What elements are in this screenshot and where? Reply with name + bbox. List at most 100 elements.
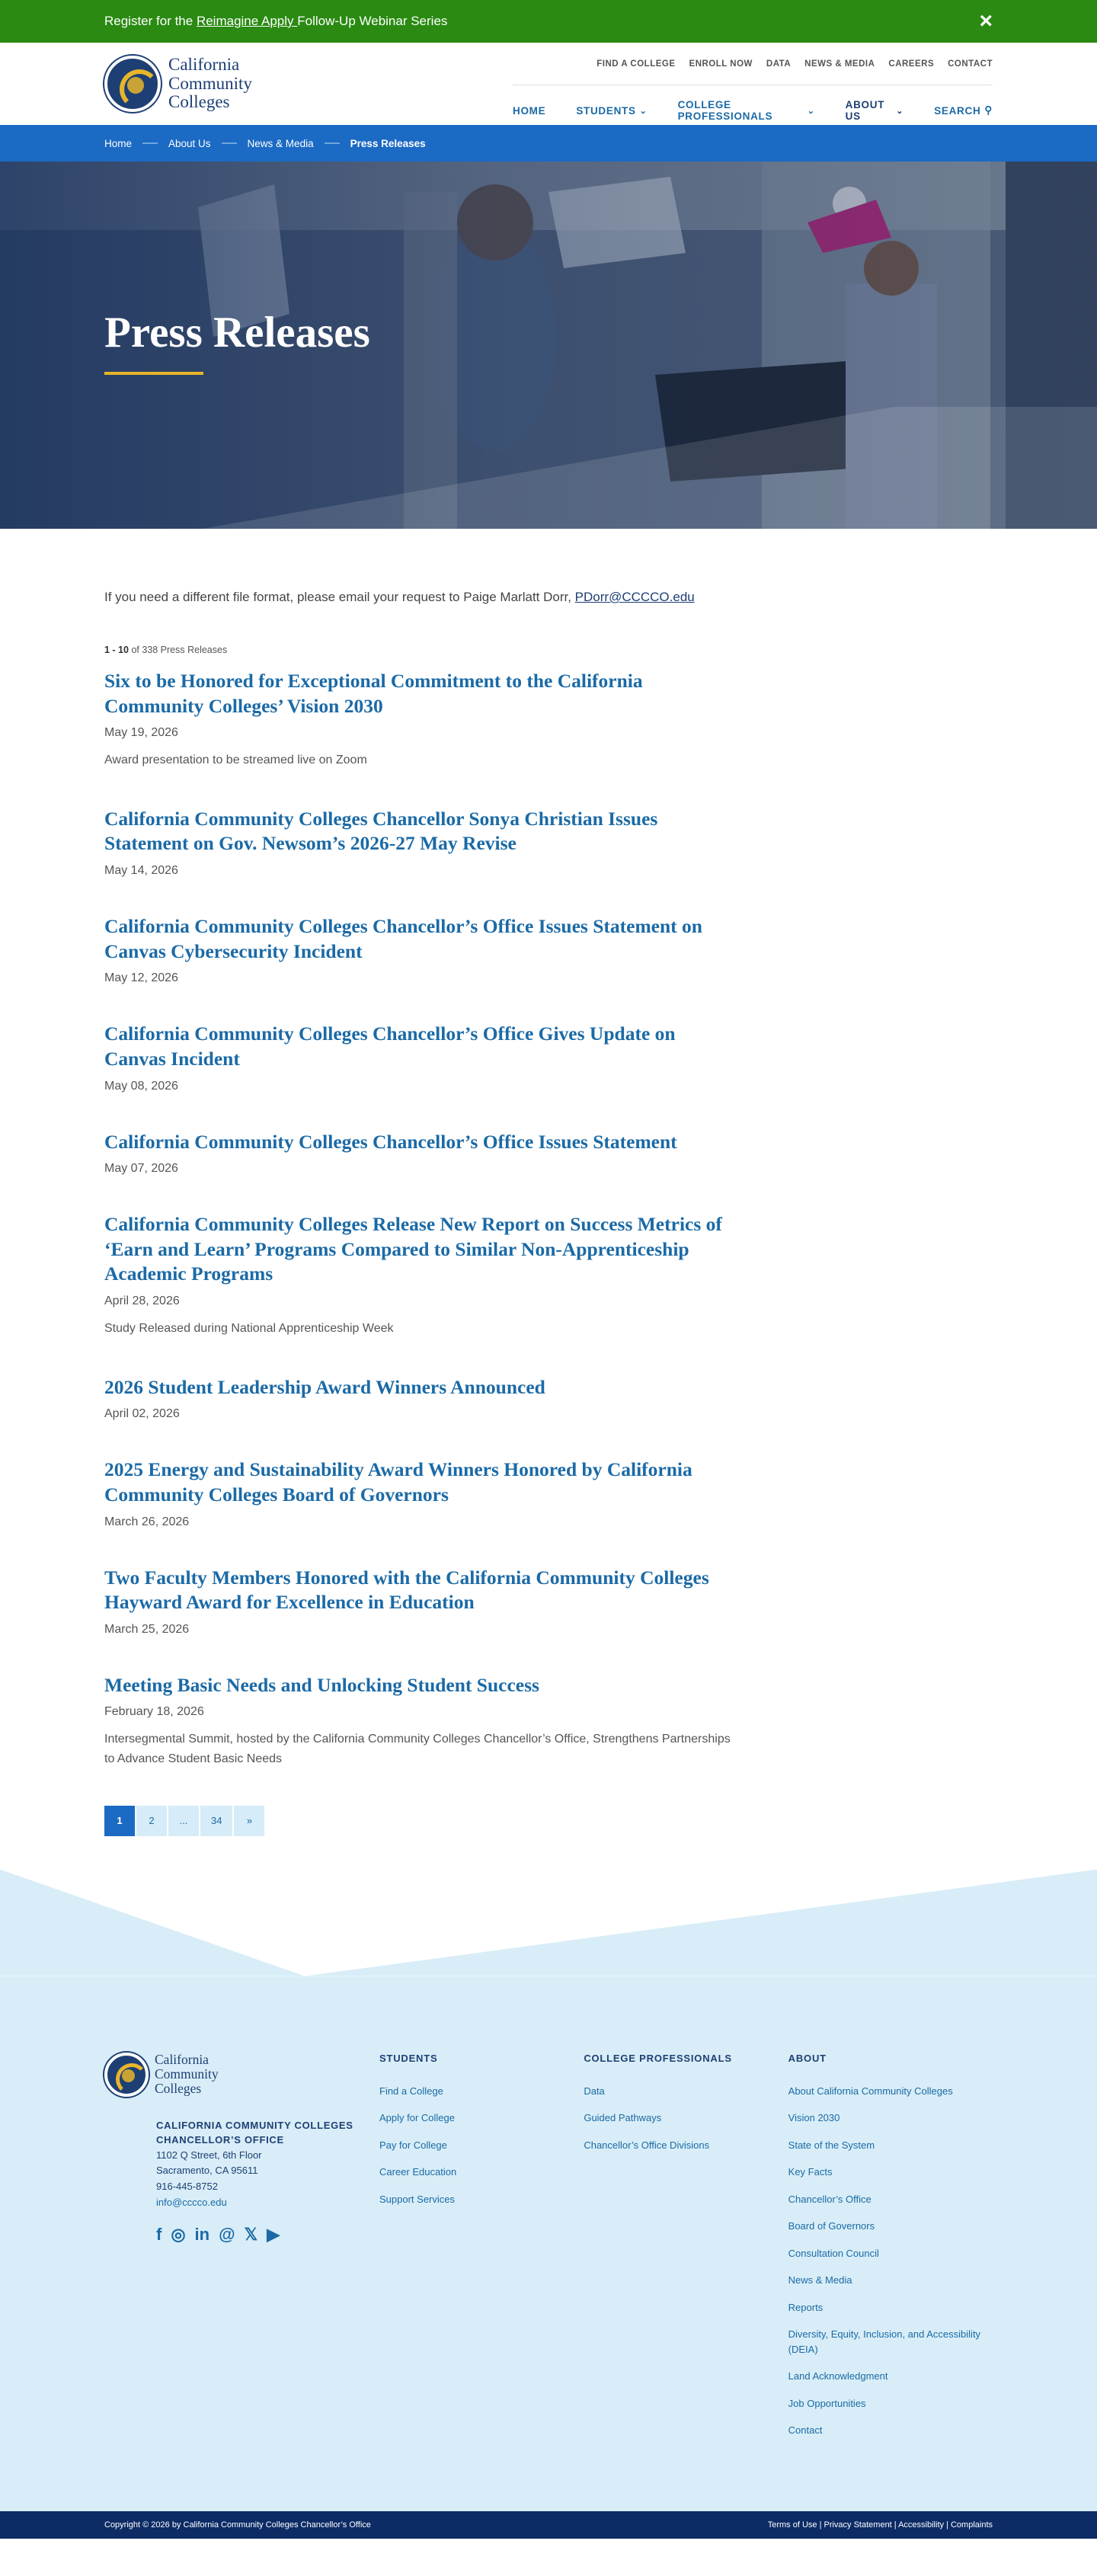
press-release-date: April 28, 2026 [104,1294,180,1308]
page-title: Press Releases [104,309,370,357]
header-nav-area: FIND A COLLEGE ENROLL NOW DATA NEWS & ME… [513,43,993,125]
press-release-title-link[interactable]: California Community Colleges Chancellor… [104,808,657,855]
footer-link[interactable]: Vision 2030 [788,2110,993,2126]
footer-email-link[interactable]: info@cccco.edu [156,2197,227,2208]
youtube-icon[interactable]: ▶ [267,2225,280,2245]
chevron-down-icon: ⌄ [807,106,815,116]
press-release-date: May 08, 2026 [104,1079,178,1093]
nav-students[interactable]: STUDENTS ⌄ [576,99,647,122]
footer-phone: 916-445-8752 [156,2181,218,2193]
page-1-button[interactable]: 1 [104,1805,135,1836]
footer-link[interactable]: Consultation Council [788,2246,993,2261]
footer-wave-shape [0,1869,1097,1976]
nav-professionals-label: COLLEGE PROFESSIONALS [677,99,773,122]
search-icon: ⚲ [984,104,993,116]
nav-about-us[interactable]: ABOUT US ⌄ [846,99,904,122]
footer-link[interactable]: Land Acknowledgment [788,2369,993,2384]
press-release-item: California Community Colleges Chancellor… [104,1022,737,1093]
title-underline [104,372,203,375]
utility-nav: FIND A COLLEGE ENROLL NOW DATA NEWS & ME… [513,43,993,85]
press-release-title-link[interactable]: Two Faculty Members Honored with the Cal… [104,1566,709,1614]
banner-link[interactable]: Reimagine Apply [197,14,297,28]
util-contact[interactable]: CONTACT [948,59,993,85]
footer-link[interactable]: Diversity, Equity, Inclusion, and Access… [788,2327,993,2357]
press-release-subtitle: Intersegmental Summit, hosted by the Cal… [104,1733,731,1766]
press-release-title-link[interactable]: Six to be Honored for Exceptional Commit… [104,670,643,717]
instagram-icon[interactable]: ◎ [171,2225,185,2245]
legal-links[interactable]: Terms of Use | Privacy Statement | Acces… [768,2520,993,2530]
page-2-button[interactable]: 2 [136,1805,167,1836]
breadcrumb-separator [142,142,158,144]
press-release-title-link[interactable]: California Community Colleges Release Ne… [104,1213,722,1285]
nav-search[interactable]: SEARCH ⚲ [934,99,993,122]
footer-link[interactable]: Support Services [379,2192,584,2207]
footer-logo[interactable]: California Community Colleges [104,2052,379,2097]
close-icon[interactable]: × [979,10,993,33]
footer-link[interactable]: Pay for College [379,2138,584,2153]
press-release-title-link[interactable]: California Community Colleges Chancellor… [104,915,702,962]
breadcrumb-news-media[interactable]: News & Media [248,138,314,149]
footer-city: Sacramento, CA 95611 [156,2165,258,2177]
nav-home-label: HOME [513,104,546,117]
results-range: 1 - 10 [104,645,129,655]
footer-link[interactable]: Chancellor’s Office [788,2192,993,2207]
contact-email-link[interactable]: PDorr@CCCCO.edu [575,590,695,604]
press-release-title-link[interactable]: California Community Colleges Chancellor… [104,1131,677,1153]
file-format-note: If you need a different file format, ple… [104,590,993,605]
util-careers[interactable]: CAREERS [888,59,934,85]
breadcrumb-home[interactable]: Home [104,138,132,149]
logo-line: Community [168,73,252,93]
social-links: f ◎ in @ 𝕏 ▶ [156,2225,379,2245]
breadcrumb-separator [324,142,340,144]
nav-students-label: STUDENTS [576,104,636,117]
util-news-media[interactable]: NEWS & MEDIA [804,59,875,85]
nav-home[interactable]: HOME [513,99,545,122]
breadcrumb-current: Press Releases [350,137,426,149]
chevron-down-icon: ⌄ [896,106,904,116]
threads-icon[interactable]: @ [219,2225,235,2245]
next-page-icon[interactable]: » [234,1805,265,1836]
breadcrumb-about-us[interactable]: About Us [168,138,211,149]
footer-link[interactable]: Key Facts [788,2165,993,2180]
footer-professionals-heading: COLLEGE PROFESSIONALS [584,2052,732,2064]
footer-link[interactable]: Find a College [379,2084,584,2099]
footer-link[interactable]: State of the System [788,2138,993,2153]
footer-logo-text: California Community Colleges [155,2053,219,2096]
footer-link[interactable]: News & Media [788,2273,993,2288]
footer-students-heading: STUDENTS [379,2052,438,2064]
x-icon[interactable]: 𝕏 [245,2225,258,2245]
press-release-item: Two Faculty Members Honored with the Cal… [104,1566,737,1637]
banner-text: Register for the [104,14,197,28]
footer-link[interactable]: Apply for College [379,2110,584,2126]
nav-college-professionals[interactable]: COLLEGE PROFESSIONALS ⌄ [678,99,815,122]
footer-link[interactable]: Board of Governors [788,2219,993,2234]
facebook-icon[interactable]: f [156,2225,162,2245]
press-release-date: May 07, 2026 [104,1162,178,1176]
linkedin-icon[interactable]: in [195,2225,210,2245]
press-release-title-link[interactable]: California Community Colleges Chancellor… [104,1022,676,1070]
press-release-item: Six to be Honored for Exceptional Commit… [104,669,737,770]
util-data[interactable]: DATA [766,59,791,85]
footer-bottom-bar: Copyright © 2026 by California Community… [0,2510,1097,2539]
util-enroll-now[interactable]: ENROLL NOW [689,59,753,85]
footer-link[interactable]: Contact [788,2423,993,2438]
breadcrumb: Home About Us News & Media Press Release… [0,125,1097,162]
site-logo[interactable]: California Community Colleges [104,43,252,125]
college-seal-icon [104,56,161,112]
press-release-title-link[interactable]: 2026 Student Leadership Award Winners An… [104,1376,545,1398]
footer-link[interactable]: Career Education [379,2165,584,2180]
press-release-title-link[interactable]: 2025 Energy and Sustainability Award Win… [104,1458,692,1506]
footer-link[interactable]: Job Opportunities [788,2396,993,2411]
press-release-item: California Community Colleges Chancellor… [104,914,737,985]
press-release-date: March 25, 2026 [104,1622,190,1636]
footer-link[interactable]: Guided Pathways [584,2110,788,2126]
footer-link[interactable]: Data [584,2084,788,2099]
page-last-button[interactable]: 34 [200,1805,233,1836]
press-release-title-link[interactable]: Meeting Basic Needs and Unlocking Studen… [104,1674,539,1696]
footer-link[interactable]: About California Community Colleges [788,2084,993,2099]
footer-link[interactable]: Chancellor’s Office Divisions [584,2138,788,2153]
press-release-list: Six to be Honored for Exceptional Commit… [104,669,737,1769]
logo-text: California Community Colleges [168,55,252,112]
util-find-college[interactable]: FIND A COLLEGE [596,59,675,85]
footer-link[interactable]: Reports [788,2300,993,2315]
